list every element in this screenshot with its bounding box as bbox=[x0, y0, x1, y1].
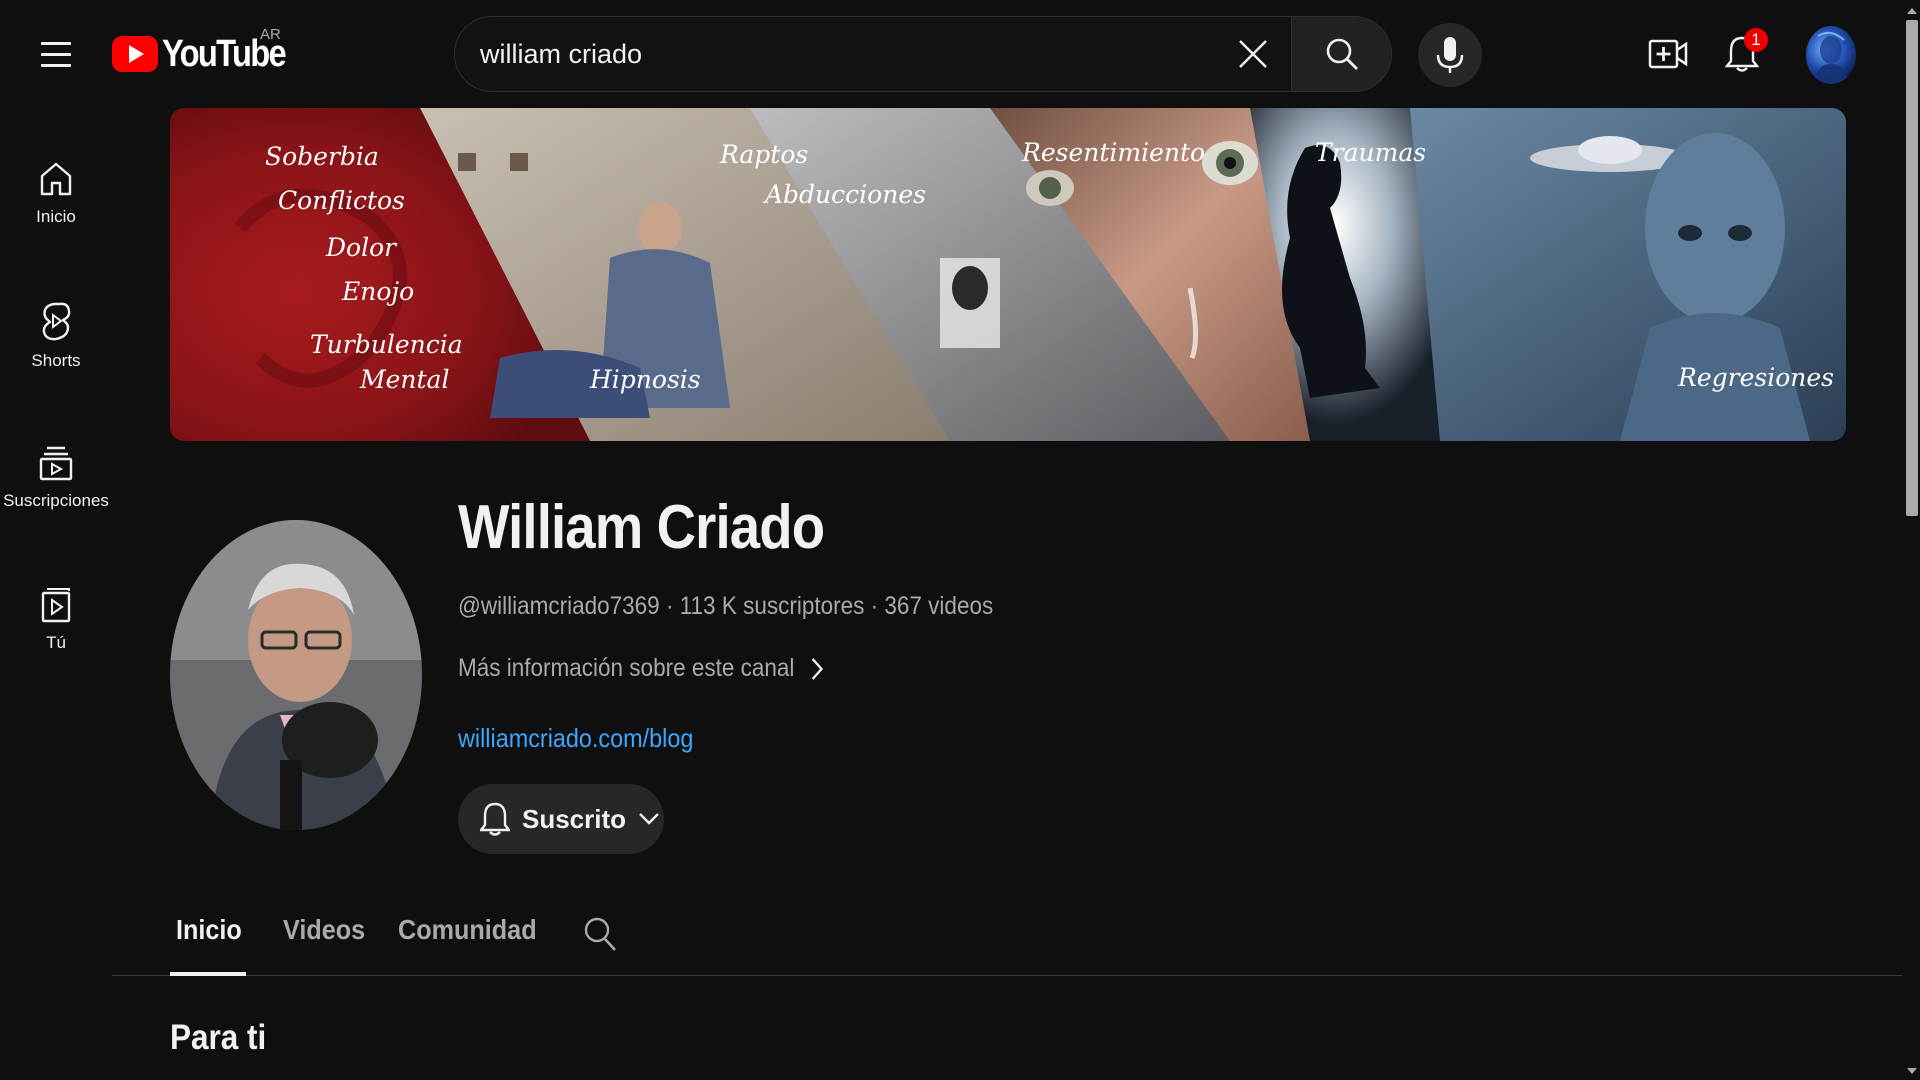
subscribed-button[interactable]: Suscrito bbox=[458, 784, 664, 854]
create-button[interactable] bbox=[1640, 26, 1696, 82]
channel-tabs: Inicio Videos Comunidad bbox=[112, 890, 1902, 976]
scroll-up-arrow[interactable] bbox=[1907, 8, 1917, 14]
create-video-icon bbox=[1648, 39, 1688, 69]
banner-word: Enojo bbox=[341, 277, 414, 306]
meta-separator: · bbox=[870, 592, 885, 620]
more-info-label: Más información sobre este canal bbox=[458, 654, 795, 682]
channel-avatar-image bbox=[170, 520, 422, 830]
account-avatar[interactable] bbox=[1806, 26, 1856, 84]
sidebar-item-label: Inicio bbox=[36, 207, 76, 226]
search-button[interactable] bbox=[1291, 17, 1391, 91]
tab-home[interactable]: Inicio bbox=[176, 914, 242, 946]
guide-menu-button[interactable] bbox=[30, 28, 82, 80]
you-icon bbox=[41, 588, 71, 623]
more-info-link[interactable]: Más información sobre este canal bbox=[458, 654, 823, 683]
mini-guide: Inicio Shorts Suscripciones Tú bbox=[0, 108, 112, 1080]
channel-external-link[interactable]: williamcriado.com/blog bbox=[458, 723, 693, 754]
close-icon bbox=[1239, 40, 1267, 68]
top-bar: YouTube AR william criado 1 bbox=[0, 0, 1904, 108]
menu-line bbox=[41, 63, 71, 67]
channel-meta: @williamcriado7369 · 113 K suscriptores … bbox=[458, 592, 993, 621]
banner-word: Dolor bbox=[325, 233, 398, 262]
notifications-button[interactable]: 1 bbox=[1714, 26, 1770, 82]
tab-videos[interactable]: Videos bbox=[283, 914, 365, 946]
home-icon bbox=[40, 162, 72, 196]
page-scrollbar[interactable] bbox=[1904, 0, 1920, 1080]
banner-word: Soberbia bbox=[265, 142, 379, 171]
banner-word: Resentimiento bbox=[1021, 138, 1205, 167]
banner-word: Abducciones bbox=[763, 180, 926, 209]
banner-word: Regresiones bbox=[1677, 363, 1834, 392]
sidebar-item-label: Tú bbox=[46, 633, 66, 652]
sidebar-item-home[interactable]: Inicio bbox=[0, 130, 112, 258]
tab-community[interactable]: Comunidad bbox=[398, 914, 537, 946]
banner-image: Soberbia Conflictos Dolor Enojo Turbulen… bbox=[170, 108, 1846, 441]
search-input[interactable] bbox=[455, 17, 1215, 91]
channel-handle: @williamcriado7369 bbox=[458, 592, 660, 620]
subscriber-count: 113 K suscriptores bbox=[679, 592, 865, 620]
sidebar-item-you[interactable]: Tú bbox=[0, 556, 112, 684]
subscribed-label: Suscrito bbox=[522, 803, 627, 834]
scrollbar-thumb[interactable] bbox=[1906, 20, 1918, 516]
video-count: 367 videos bbox=[884, 592, 994, 620]
banner-word: Traumas bbox=[1315, 138, 1426, 167]
sidebar-item-label: Shorts bbox=[31, 351, 81, 370]
sidebar-item-subscriptions[interactable]: Suscripciones bbox=[0, 414, 112, 542]
chevron-down-icon bbox=[639, 813, 659, 825]
sidebar-item-label: Suscripciones bbox=[3, 491, 109, 510]
section-title: Para ti bbox=[170, 1018, 267, 1057]
country-code: AR bbox=[260, 26, 281, 43]
banner-word: Hipnosis bbox=[589, 365, 701, 394]
channel-avatar bbox=[170, 520, 422, 830]
bell-icon bbox=[480, 802, 510, 836]
scroll-down-arrow[interactable] bbox=[1907, 1068, 1917, 1074]
clear-search-button[interactable] bbox=[1215, 17, 1291, 91]
search-icon bbox=[1326, 38, 1358, 70]
sidebar-item-shorts[interactable]: Shorts bbox=[0, 272, 112, 400]
menu-line bbox=[41, 52, 71, 56]
microphone-icon bbox=[1436, 37, 1464, 73]
channel-banner: Soberbia Conflictos Dolor Enojo Turbulen… bbox=[170, 108, 1846, 441]
subscriptions-icon bbox=[39, 446, 73, 481]
menu-line bbox=[41, 41, 71, 45]
search-box bbox=[454, 16, 1392, 92]
banner-word: Raptos bbox=[719, 140, 808, 169]
shorts-icon bbox=[42, 302, 71, 341]
voice-search-button[interactable] bbox=[1418, 23, 1482, 87]
banner-word: Turbulencia bbox=[310, 330, 463, 359]
meta-separator: · bbox=[665, 592, 680, 620]
chevron-right-icon bbox=[811, 657, 823, 680]
active-tab-indicator bbox=[170, 972, 246, 976]
youtube-play-icon bbox=[112, 36, 158, 72]
search-icon bbox=[584, 917, 616, 951]
notification-count-badge: 1 bbox=[1744, 28, 1768, 52]
channel-name: William Criado bbox=[458, 493, 825, 562]
banner-word: Mental bbox=[359, 365, 449, 394]
banner-word: Conflictos bbox=[278, 186, 405, 215]
channel-search-button[interactable] bbox=[578, 912, 622, 956]
avatar-image bbox=[1814, 31, 1848, 84]
